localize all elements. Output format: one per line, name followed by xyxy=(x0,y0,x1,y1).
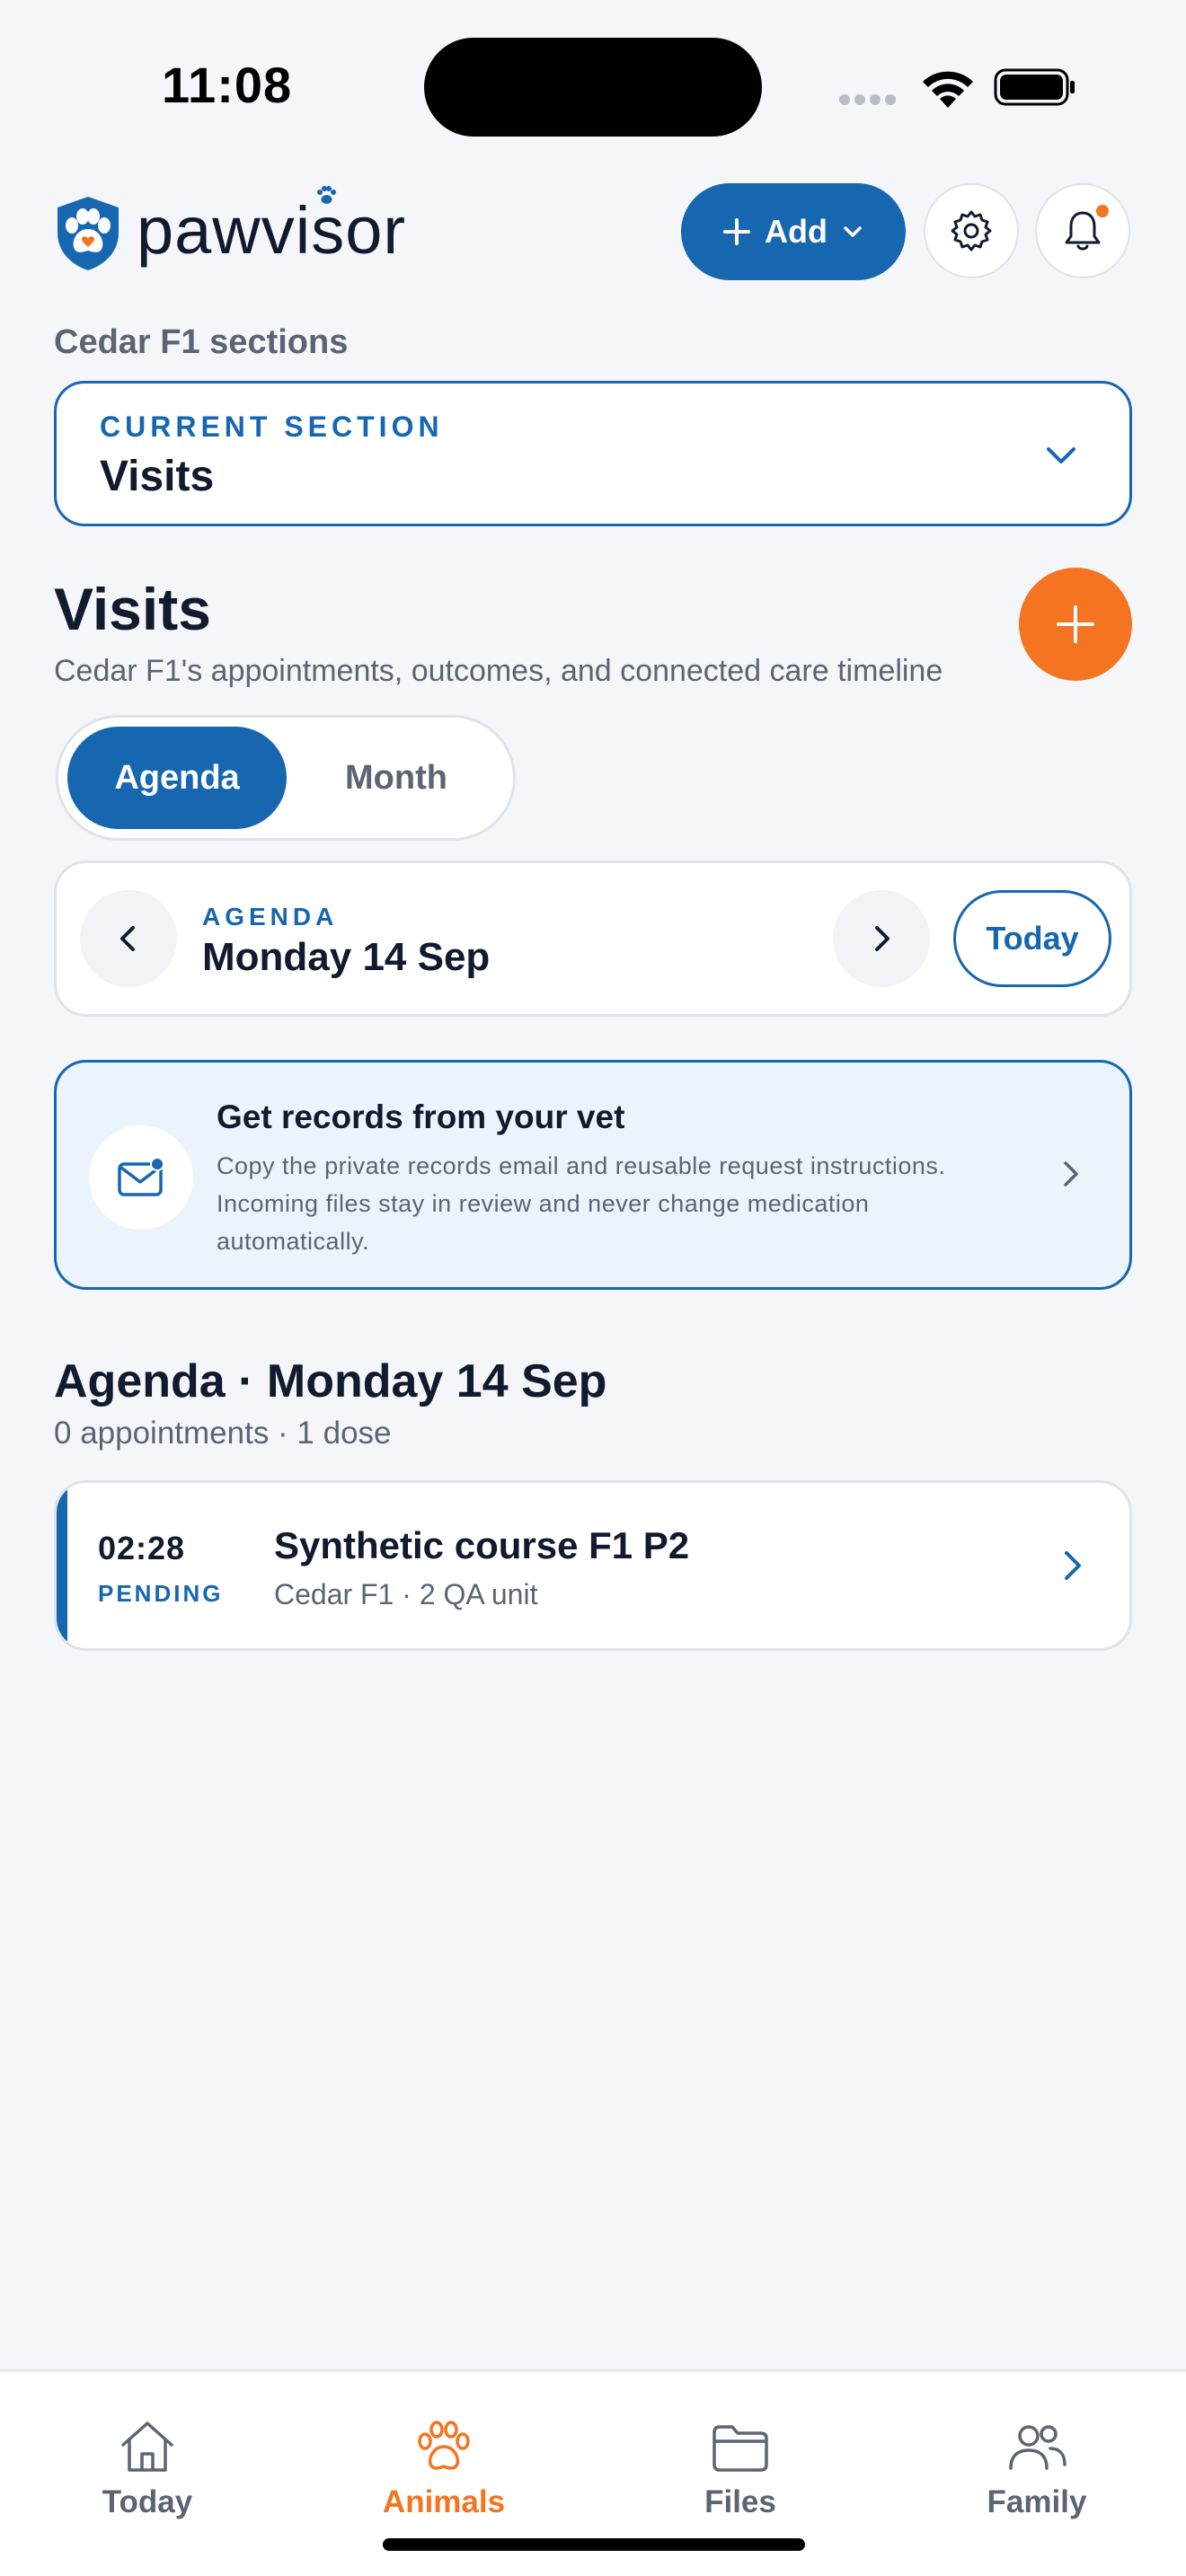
view-toggle: Agenda Month xyxy=(56,715,516,841)
notification-dot xyxy=(1096,205,1109,217)
agenda-item[interactable]: 02:28 PENDING Synthetic course F1 P2 Ced… xyxy=(54,1480,1132,1651)
mail-icon xyxy=(118,1157,164,1196)
chevron-down-icon xyxy=(1047,447,1075,463)
current-date: Monday 14 Sep xyxy=(202,935,491,979)
date-overline: AGENDA xyxy=(202,903,339,931)
records-icon-wrap xyxy=(89,1125,193,1230)
dynamic-island xyxy=(424,38,762,137)
notifications-button[interactable] xyxy=(1035,183,1130,278)
battery-icon xyxy=(994,68,1075,106)
today-button[interactable]: Today xyxy=(953,890,1111,987)
wifi-icon xyxy=(923,71,973,108)
home-indicator xyxy=(383,2538,805,2551)
add-visit-button[interactable] xyxy=(1019,568,1132,681)
paw-icon xyxy=(418,2421,470,2470)
tab-files[interactable]: Files xyxy=(651,2418,830,2526)
vet-records-card[interactable]: Get records from your vet Copy the priva… xyxy=(54,1060,1132,1290)
tab-animals[interactable]: Animals xyxy=(354,2418,534,2526)
plus-icon xyxy=(1057,605,1094,643)
agenda-heading: Agenda · Monday 14 Sep xyxy=(54,1355,607,1407)
next-day-button[interactable] xyxy=(833,890,930,987)
toggle-agenda[interactable]: Agenda xyxy=(67,727,287,829)
app-header: pawvisor Add xyxy=(0,180,1186,287)
chevron-right-icon xyxy=(1064,1161,1078,1187)
add-button[interactable]: Add xyxy=(681,183,906,280)
toggle-month[interactable]: Month xyxy=(287,727,506,829)
page-subtitle: Cedar F1's appointments, outcomes, and c… xyxy=(54,654,943,688)
tab-label: Files xyxy=(704,2484,776,2519)
agenda-summary: 0 appointments · 1 dose xyxy=(54,1416,392,1451)
records-card-title: Get records from your vet xyxy=(217,1098,625,1135)
tab-label: Family xyxy=(987,2484,1087,2519)
agenda-item-title: Synthetic course F1 P2 xyxy=(274,1524,690,1566)
status-time: 11:08 xyxy=(162,57,293,113)
page-title: Visits xyxy=(54,576,211,642)
chevron-right-icon xyxy=(1065,1551,1081,1580)
pawvisor-logo: pawvisor xyxy=(52,186,406,277)
people-icon xyxy=(1009,2425,1067,2470)
section-value: Visits xyxy=(100,453,215,500)
date-navigator: AGENDA Monday 14 Sep Today xyxy=(54,860,1132,1017)
small-paw-icon xyxy=(317,186,336,204)
agenda-item-time: 02:28 xyxy=(98,1530,186,1566)
gear-icon xyxy=(951,210,992,251)
status-accent-bar xyxy=(57,1483,67,1648)
add-button-label: Add xyxy=(765,213,828,250)
status-bar: 11:08 xyxy=(0,0,1186,144)
sections-label: Cedar F1 sections xyxy=(54,323,349,361)
logo-wordmark: pawvisor xyxy=(137,192,406,268)
chevron-left-icon xyxy=(120,926,135,951)
section-dropdown[interactable]: CURRENT SECTION Visits xyxy=(54,381,1132,526)
section-overline: CURRENT SECTION xyxy=(100,410,444,443)
tab-today[interactable]: Today xyxy=(58,2418,237,2526)
settings-button[interactable] xyxy=(924,183,1019,278)
tab-label: Animals xyxy=(382,2484,506,2519)
chevron-right-icon xyxy=(875,926,890,951)
chevron-down-icon xyxy=(844,226,862,237)
cellular-signal-icon xyxy=(839,93,902,106)
tab-family[interactable]: Family xyxy=(947,2418,1127,2526)
agenda-item-subtitle: Cedar F1 · 2 QA unit xyxy=(274,1578,538,1610)
folder-icon xyxy=(712,2425,768,2472)
plus-icon xyxy=(723,218,750,245)
previous-day-button[interactable] xyxy=(80,890,177,987)
records-card-body: Copy the private records email and reusa… xyxy=(217,1152,946,1255)
home-icon xyxy=(121,2422,173,2472)
status-badge: PENDING xyxy=(98,1580,224,1607)
tab-label: Today xyxy=(102,2484,193,2519)
shield-paw-icon xyxy=(58,197,119,270)
